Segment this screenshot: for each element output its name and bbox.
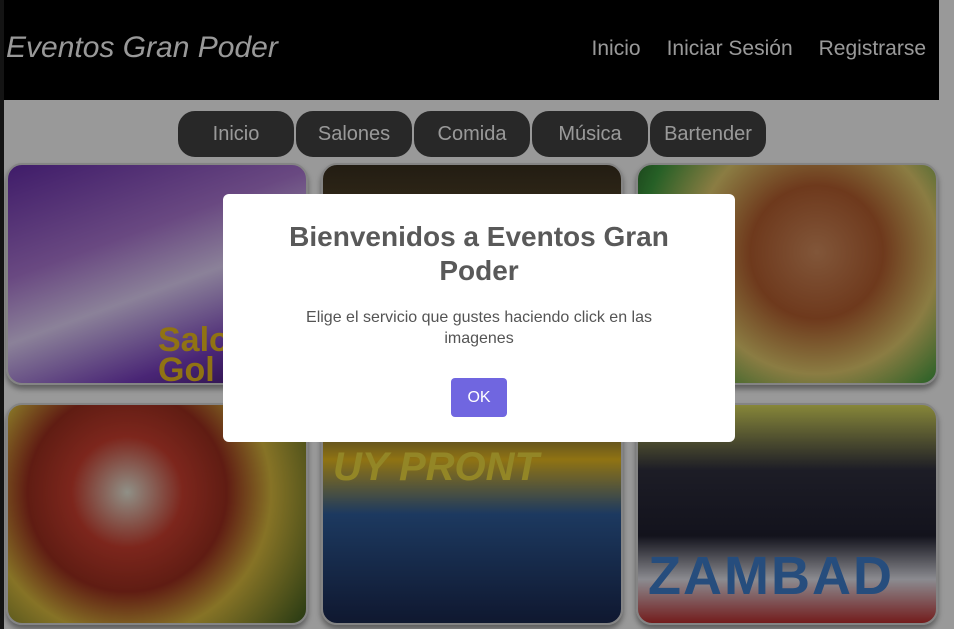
ok-button[interactable]: OK [451,378,507,417]
dialog-message: Elige el servicio que gustes haciendo cl… [306,309,652,347]
dialog-title: Bienvenidos a Eventos Gran Poder [289,221,669,286]
welcome-dialog: Bienvenidos a Eventos Gran Poder Elige e… [223,194,735,442]
page: Eventos Gran Poder Inicio Iniciar Sesión… [0,0,954,629]
